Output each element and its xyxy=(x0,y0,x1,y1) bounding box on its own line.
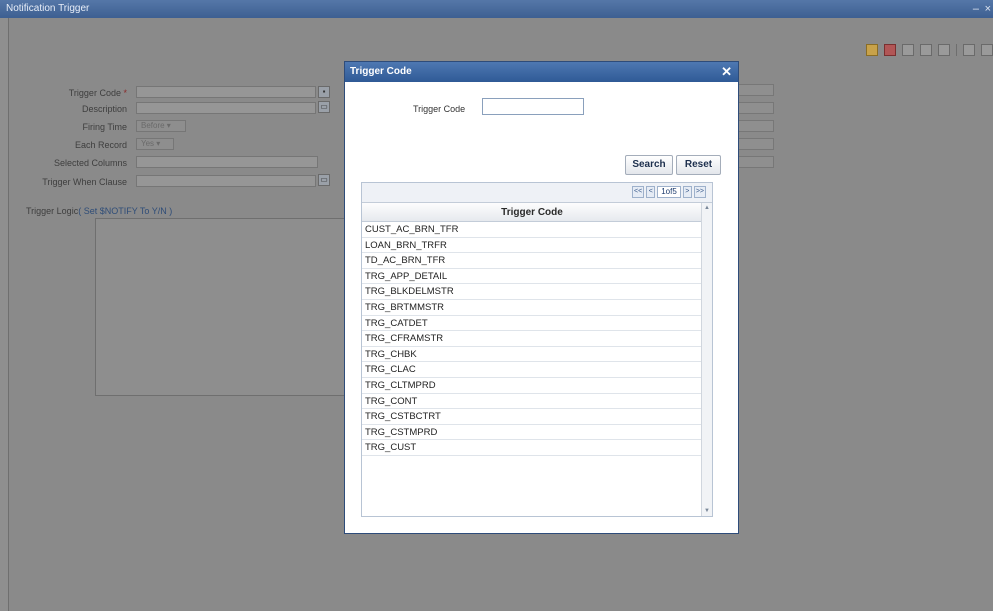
last-page-button[interactable]: >> xyxy=(693,186,706,198)
table-row[interactable]: TRG_CLAC xyxy=(362,362,702,378)
each-record-value: Yes xyxy=(141,139,155,148)
edit-icon[interactable]: ▭ xyxy=(318,174,330,186)
required-mark: * xyxy=(123,88,127,98)
each-record-label: Each Record xyxy=(74,140,127,150)
set-notify-link[interactable]: Set $NOTIFY To Y/N xyxy=(84,206,167,216)
trigger-code-label-text: Trigger Code xyxy=(68,88,121,98)
table-row[interactable]: LOAN_BRN_TRFR xyxy=(362,238,702,254)
toolbar xyxy=(866,42,993,58)
table-row[interactable]: TD_AC_BRN_TFR xyxy=(362,253,702,269)
table-row[interactable]: CUST_AC_BRN_TFR xyxy=(362,222,702,238)
next-page-button[interactable]: > xyxy=(682,186,692,198)
save-icon[interactable] xyxy=(920,44,932,56)
minimize-icon[interactable]: – xyxy=(973,0,979,18)
results-panel: << < 1of5 > >> Trigger Code CUST_AC_BRN_… xyxy=(361,182,713,517)
search-button[interactable]: Search xyxy=(625,155,673,175)
delete-icon[interactable] xyxy=(884,44,896,56)
dialog-title: Trigger Code xyxy=(350,66,412,77)
right-field-1[interactable] xyxy=(736,84,774,96)
right-field-2[interactable] xyxy=(736,102,774,114)
dialog-titlebar: Trigger Code ✕ xyxy=(345,62,738,82)
edit-icon[interactable]: ▭ xyxy=(318,101,330,113)
close-icon[interactable]: ✕ xyxy=(721,62,732,82)
right-field-3[interactable] xyxy=(736,120,774,132)
right-field-4[interactable] xyxy=(736,138,774,150)
copy-icon[interactable] xyxy=(902,44,914,56)
trigger-logic-label-text: Trigger Logic xyxy=(26,206,79,216)
trigger-logic-label: Trigger Logic( Set $NOTIFY To Y/N ) xyxy=(26,206,173,216)
each-record-select[interactable]: Yes ▾ xyxy=(136,138,174,150)
table-row[interactable]: TRG_CUST xyxy=(362,440,702,456)
pager: << < 1of5 > >> xyxy=(632,186,706,198)
results-table: Trigger Code CUST_AC_BRN_TFR LOAN_BRN_TR… xyxy=(362,203,702,516)
window-title: Notification Trigger xyxy=(6,3,90,14)
trigger-code-lov-dialog: Trigger Code ✕ Trigger Code Search Reset… xyxy=(344,61,739,534)
table-row[interactable]: TRG_CSTBCTRT xyxy=(362,409,702,425)
table-row[interactable]: TRG_CONT xyxy=(362,394,702,410)
firing-time-value: Before xyxy=(141,121,165,130)
right-field-5[interactable] xyxy=(736,156,774,168)
pager-bar: << < 1of5 > >> xyxy=(362,183,712,203)
authorize-icon[interactable] xyxy=(963,44,975,56)
new-icon[interactable] xyxy=(866,44,878,56)
firing-time-label: Firing Time xyxy=(82,122,127,132)
selected-columns-field[interactable] xyxy=(136,156,318,168)
search-trigger-code-label: Trigger Code xyxy=(413,104,466,114)
description-label: Description xyxy=(81,104,127,114)
trigger-when-clause-field[interactable] xyxy=(136,175,316,187)
table-row[interactable]: TRG_CATDET xyxy=(362,316,702,332)
trigger-logic-editor[interactable] xyxy=(95,218,345,396)
window-titlebar: Notification Trigger – × xyxy=(0,0,993,18)
trigger-when-clause-label: Trigger When Clause xyxy=(42,177,127,187)
unlock-icon[interactable] xyxy=(938,44,950,56)
table-row[interactable]: TRG_BRTMMSTR xyxy=(362,300,702,316)
firing-time-select[interactable]: Before ▾ xyxy=(136,120,186,132)
page-indicator[interactable]: 1of5 xyxy=(657,186,681,198)
search-trigger-code-input[interactable] xyxy=(482,98,584,115)
close-record-icon[interactable] xyxy=(981,44,993,56)
table-row[interactable]: TRG_CFRAMSTR xyxy=(362,331,702,347)
prev-page-button[interactable]: < xyxy=(646,186,656,198)
trigger-code-field[interactable] xyxy=(136,86,316,98)
first-page-button[interactable]: << xyxy=(632,186,645,198)
results-scrollbar[interactable]: ▲ ▼ xyxy=(701,203,712,516)
lov-icon[interactable]: ▪ xyxy=(318,86,330,98)
toolbar-divider xyxy=(956,44,957,56)
table-row[interactable]: TRG_CSTMPRD xyxy=(362,425,702,441)
selected-columns-label: Selected Columns xyxy=(53,158,127,168)
scroll-down-icon[interactable]: ▼ xyxy=(702,506,712,516)
table-row[interactable]: TRG_CLTMPRD xyxy=(362,378,702,394)
close-icon[interactable]: × xyxy=(985,0,991,18)
description-field[interactable] xyxy=(136,102,316,114)
table-row[interactable]: TRG_APP_DETAIL xyxy=(362,269,702,285)
reset-button[interactable]: Reset xyxy=(676,155,721,175)
scroll-up-icon[interactable]: ▲ xyxy=(702,203,712,213)
trigger-code-label: Trigger Code * xyxy=(7,88,127,98)
column-header-trigger-code[interactable]: Trigger Code xyxy=(362,203,702,222)
table-row[interactable]: TRG_CHBK xyxy=(362,347,702,363)
table-row[interactable]: TRG_BLKDELMSTR xyxy=(362,284,702,300)
